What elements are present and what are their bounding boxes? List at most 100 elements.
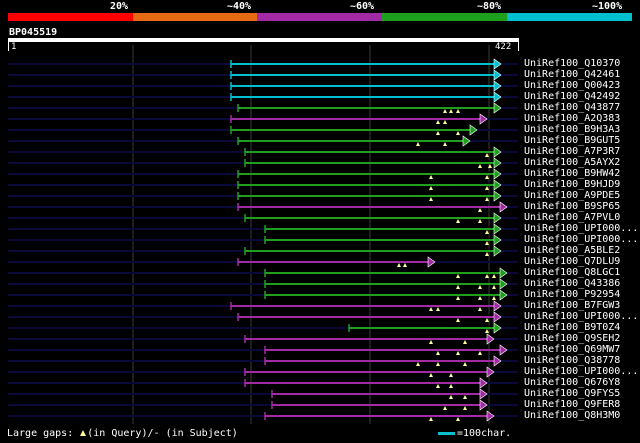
hit-label[interactable]: UniRef100_A5BLE2 [524, 246, 620, 256]
gap-marker [443, 406, 447, 410]
gap-marker [449, 109, 453, 113]
gap-marker [485, 252, 489, 256]
hit-label[interactable]: UniRef100_A9PDE5 [524, 191, 620, 201]
gap-marker [456, 351, 460, 355]
hit-label[interactable]: UniRef100_B7FGW3 [524, 301, 620, 311]
gap-marker [478, 208, 482, 212]
gap-marker [436, 120, 440, 124]
hit-arrow-head [493, 58, 502, 70]
gap-marker [449, 373, 453, 377]
hit-arrow-head [479, 399, 488, 411]
hit-label[interactable]: UniRef100_UPI000... [524, 235, 638, 245]
hit-label[interactable]: UniRef100_UPI000... [524, 367, 638, 377]
hit-arrow-head [499, 344, 508, 356]
hit-arrow-head [493, 311, 502, 323]
gap-marker [436, 362, 440, 366]
gap-marker [478, 285, 482, 289]
hit-label[interactable]: UniRef100_Q42492 [524, 92, 620, 102]
hit-label[interactable]: UniRef100_Q43877 [524, 103, 620, 113]
hit-label[interactable]: UniRef100_UPI000... [524, 312, 638, 322]
hit-label[interactable]: UniRef100_Q8H3M0 [524, 411, 620, 421]
hit-label[interactable]: UniRef100_Q676Y8 [524, 378, 620, 388]
gap-marker [456, 109, 460, 113]
gap-marker [436, 384, 440, 388]
hit-arrow-head [493, 355, 502, 367]
gap-marker [429, 186, 433, 190]
gap-subject-text: (in Subject) [165, 428, 238, 439]
gap-marker [397, 263, 401, 267]
gap-marker [456, 318, 460, 322]
hit-arrow-head [499, 267, 508, 279]
hit-label[interactable]: UniRef100_B9HW42 [524, 169, 620, 179]
hit-label[interactable]: UniRef100_P92954 [524, 290, 620, 300]
hit-label[interactable]: UniRef100_B9GUT5 [524, 136, 620, 146]
gap-marker [478, 307, 482, 311]
hit-label[interactable]: UniRef100_Q9SEH2 [524, 334, 620, 344]
length-legend: =100char. [438, 428, 511, 439]
gap-marker [485, 175, 489, 179]
hit-label[interactable]: UniRef100_A2Q383 [524, 114, 620, 124]
hit-arrow-head [479, 377, 488, 389]
hit-arrow-head [493, 234, 502, 246]
gap-marker [485, 153, 489, 157]
hit-label[interactable]: UniRef100_B9SP65 [524, 202, 620, 212]
hit-label[interactable]: UniRef100_A7PVL0 [524, 213, 620, 223]
gap-marker [485, 329, 489, 333]
gap-marker [429, 340, 433, 344]
gap-marker [456, 417, 460, 421]
gap-marker [416, 142, 420, 146]
hit-label[interactable]: UniRef100_Q7DLU9 [524, 257, 620, 267]
gap-marker [492, 274, 496, 278]
gap-marker [429, 417, 433, 421]
gap-marker [443, 109, 447, 113]
gap-marker [485, 197, 489, 201]
gap-marker [449, 395, 453, 399]
hit-arrow-head [493, 190, 502, 202]
gap-marker [429, 373, 433, 377]
hit-arrow-head [427, 256, 436, 268]
hit-label[interactable]: UniRef100_UPI000... [524, 224, 638, 234]
gap-marker [443, 142, 447, 146]
hit-label[interactable]: UniRef100_Q38778 [524, 356, 620, 366]
gap-marker [456, 131, 460, 135]
hit-label[interactable]: UniRef100_B9HJD9 [524, 180, 620, 190]
hit-arrow-head [493, 69, 502, 81]
gap-marker [456, 285, 460, 289]
hit-label[interactable]: UniRef100_B9H3A3 [524, 125, 620, 135]
gap-subject-dash: - [153, 428, 160, 439]
gap-marker [478, 296, 482, 300]
gap-marker [403, 263, 407, 267]
hit-label[interactable]: UniRef100_A7P3R7 [524, 147, 620, 157]
hit-label[interactable]: UniRef100_Q69MW7 [524, 345, 620, 355]
hit-label[interactable]: UniRef100_A5AYX2 [524, 158, 620, 168]
hit-label[interactable]: UniRef100_Q9FER8 [524, 400, 620, 410]
hit-label[interactable]: UniRef100_Q10370 [524, 59, 620, 69]
hit-label[interactable]: UniRef100_Q9FYS5 [524, 389, 620, 399]
gap-marker [436, 131, 440, 135]
gap-marker [456, 219, 460, 223]
hit-label[interactable]: UniRef100_Q00423 [524, 81, 620, 91]
gap-triangle-icon [80, 430, 87, 436]
hit-label[interactable]: UniRef100_Q43386 [524, 279, 620, 289]
gap-marker [416, 362, 420, 366]
hit-arrow-head [493, 245, 502, 257]
hit-label[interactable]: UniRef100_Q42461 [524, 70, 620, 80]
hit-label[interactable]: UniRef100_B9T0Z4 [524, 323, 620, 333]
gap-marker [485, 230, 489, 234]
gap-marker [436, 351, 440, 355]
gap-marker [485, 241, 489, 245]
hit-arrow-head [499, 201, 508, 213]
gap-marker [492, 285, 496, 289]
gap-marker [478, 219, 482, 223]
gap-marker [456, 296, 460, 300]
gap-marker [485, 318, 489, 322]
hit-arrow-head [493, 300, 502, 312]
hit-arrow-head [493, 102, 502, 114]
hit-label[interactable]: UniRef100_Q8LGC1 [524, 268, 620, 278]
hit-arrow-head [486, 333, 495, 345]
gap-marker [478, 351, 482, 355]
hit-arrow-head [493, 157, 502, 169]
hit-arrow-head [493, 146, 502, 158]
gap-marker [429, 175, 433, 179]
hit-arrow-head [486, 366, 495, 378]
